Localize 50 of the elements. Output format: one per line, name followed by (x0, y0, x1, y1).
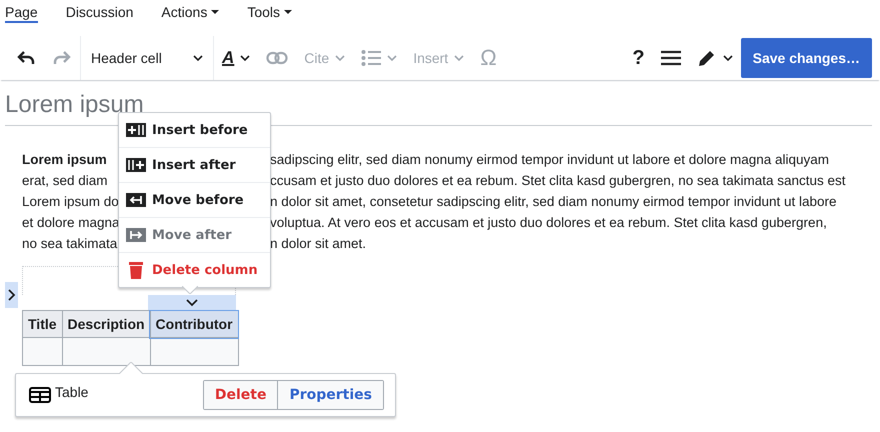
paragraph-text: voluptua. At vero eos et accusam et justo duo dolores et ea rebum. Stet clita kasd gubergren, (270, 214, 827, 232)
page-tab[interactable]: Actions (161, 4, 220, 23)
paragraph-text: n dolor sit amet. (270, 235, 366, 253)
save-button[interactable]: Save changes… (740, 38, 872, 78)
caret-icon (211, 10, 220, 14)
list-icon (361, 49, 382, 67)
paragraph-text: n dolor sit amet, consetetur sadipscing elitr, sed diam nonumy eirmod tempor invidunt ut labore (270, 193, 837, 211)
column-action-icon (126, 226, 146, 244)
style-tool[interactable]: A (214, 36, 258, 80)
menu-item[interactable]: Insert after (119, 147, 270, 182)
menu-icon (660, 50, 681, 66)
paragraph-text: sadipscing elitr, sed diam nonumy eirmod tempor invidunt ut labore et dolore magna aliquyam (270, 151, 830, 169)
paragraph-text: Lorem ipsum do (22, 193, 119, 211)
column-action-icon (126, 191, 146, 209)
table-header-cell[interactable]: Contributor (150, 310, 238, 338)
delete-button[interactable]: Delete (204, 381, 278, 409)
format-tool[interactable]: Header cell (81, 36, 213, 80)
chevron-down-icon (387, 55, 398, 61)
chevron-down-icon (335, 55, 346, 61)
paragraph-text: Lorem ipsum (22, 151, 107, 169)
pencil-icon (696, 48, 717, 68)
paragraph-text: no sea takimata (22, 235, 118, 253)
table-header-cell[interactable]: Title (22, 310, 62, 338)
chevron-down-icon (193, 55, 203, 61)
table-header-cell[interactable]: Description (62, 310, 150, 338)
table-icon (29, 387, 51, 403)
column-action-icon (126, 121, 146, 139)
page-tab[interactable]: Discussion (66, 4, 134, 23)
menu-item[interactable]: Delete column (119, 252, 270, 287)
menu-item[interactable]: Move before (119, 182, 270, 217)
context-label: Table (55, 384, 88, 400)
chevron-down-icon (240, 55, 250, 61)
paragraph-text: erat, sed diam (22, 172, 108, 190)
link-icon (266, 51, 288, 65)
row-handle[interactable] (5, 282, 18, 308)
properties-button[interactable]: Properties (277, 381, 383, 409)
chevron-down-icon (454, 55, 464, 61)
page-tab[interactable]: Page (5, 4, 38, 23)
chevron-down-icon (722, 55, 733, 61)
column-handle[interactable] (148, 295, 236, 310)
page-tab[interactable]: Tools (247, 4, 292, 23)
trash-icon (126, 261, 146, 279)
column-action-icon (126, 156, 146, 174)
paragraph-text: ccusam et justo duo dolores et ea rebum. Stet clita kasd gubergren, no sea takimata sanctus est (270, 172, 846, 190)
help-button[interactable]: ? (624, 36, 653, 80)
table-cell[interactable] (22, 338, 62, 366)
table-cell[interactable] (150, 338, 238, 366)
caret-icon (284, 10, 292, 14)
table-cell[interactable] (62, 338, 150, 366)
paragraph-text: et dolore magna (22, 214, 120, 232)
